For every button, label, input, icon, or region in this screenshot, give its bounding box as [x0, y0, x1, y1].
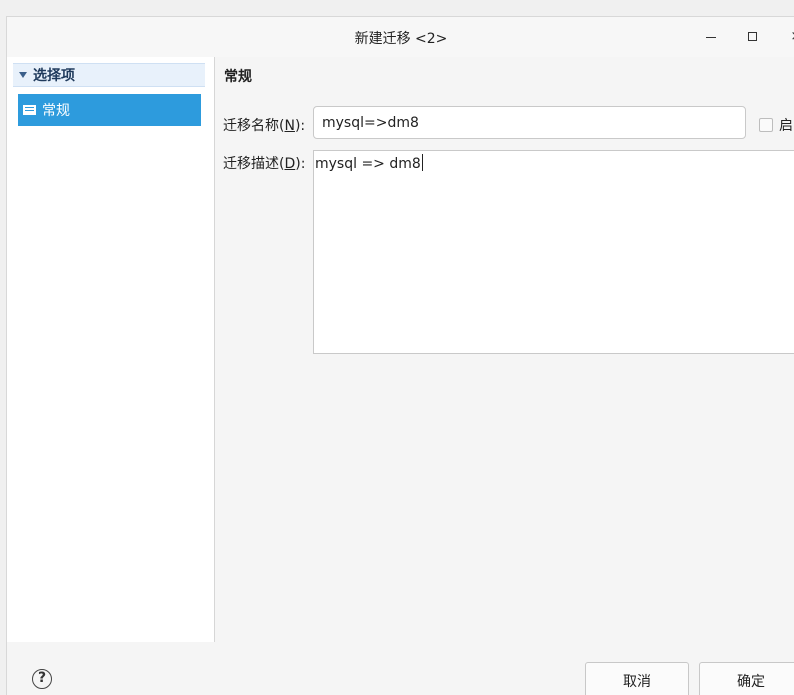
general-settings-panel: 常规 迁移名称(N): mysql=>dm8 启 迁移描述(D): mysql …	[216, 57, 794, 642]
window-title: 新建迁移 <2>	[354, 31, 448, 47]
migration-name-value: mysql=>dm8	[322, 114, 419, 131]
migration-desc-label: 迁移描述(D):	[223, 153, 305, 173]
maximize-icon	[748, 32, 757, 41]
section-title: 常规	[224, 69, 252, 85]
migration-desc-textarea[interactable]: mysql => dm8	[313, 150, 794, 354]
minimize-button[interactable]	[700, 25, 724, 49]
options-tree-panel: 选择项 常规	[7, 57, 215, 642]
name-label-suffix: ):	[294, 118, 306, 134]
close-button[interactable]: ×	[784, 25, 794, 49]
maximize-button[interactable]	[742, 25, 766, 49]
migration-desc-value: mysql => dm8	[315, 156, 421, 172]
desc-label-key: D	[284, 156, 296, 172]
enable-checkbox-label: 启	[779, 118, 793, 134]
enable-checkbox[interactable]	[759, 118, 773, 132]
enable-checkbox-group[interactable]: 启	[759, 115, 793, 135]
tree-group-label: 选择项	[33, 68, 75, 84]
list-icon	[23, 105, 36, 115]
name-label-key: N	[284, 118, 295, 134]
dialog-footer: ? 取消 确定	[7, 642, 794, 695]
close-icon: ×	[791, 29, 794, 44]
tree-group-header[interactable]: 选择项	[13, 63, 205, 87]
desc-label-prefix: 迁移描述(	[223, 156, 285, 172]
title-bar[interactable]: 新建迁移 <2> ×	[7, 17, 794, 57]
text-caret	[421, 154, 423, 171]
ok-button[interactable]: 确定	[699, 662, 794, 695]
dialog-window: 新建迁移 <2> × 选择项 常规 常规 迁移名称(N): mysql=>dm8…	[6, 16, 794, 695]
name-label-prefix: 迁移名称(	[223, 118, 285, 134]
migration-name-label: 迁移名称(N):	[223, 115, 305, 135]
cancel-button[interactable]: 取消	[585, 662, 689, 695]
migration-name-input[interactable]: mysql=>dm8	[313, 106, 746, 139]
minimize-icon	[706, 37, 716, 38]
help-icon[interactable]: ?	[32, 669, 52, 689]
desc-label-suffix: ):	[295, 156, 306, 172]
tree-item-label: 常规	[42, 103, 70, 119]
tree-item-general[interactable]: 常规	[18, 94, 201, 126]
expand-arrow-icon[interactable]	[19, 72, 27, 78]
